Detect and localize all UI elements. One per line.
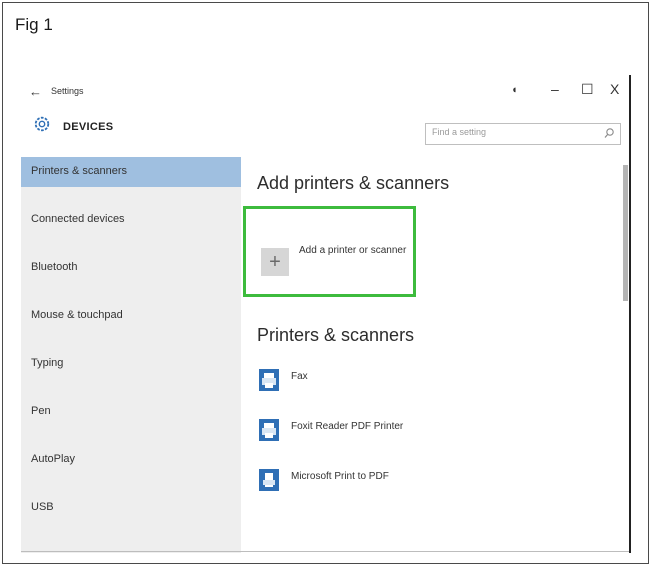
sidebar-item-label: AutoPlay — [31, 453, 76, 465]
printers-list-heading: Printers & scanners — [257, 325, 415, 345]
page-header: DEVICES Find a setting — [21, 107, 629, 149]
printer-name: Microsoft Print to PDF — [291, 471, 389, 482]
sidebar-item-label: Pen — [31, 405, 51, 417]
sidebar-item-autoplay[interactable]: AutoPlay — [21, 445, 241, 475]
pin-icon[interactable]: ◖ — [511, 84, 518, 96]
sidebar-item-typing[interactable]: Typing — [21, 349, 241, 379]
sidebar-item-usb[interactable]: USB — [21, 493, 241, 523]
printer-item-fax[interactable]: Fax — [259, 369, 589, 401]
search-icon[interactable] — [603, 127, 615, 139]
settings-window: ← Settings ◖ – ☐ X DEVICES Find a settin… — [21, 75, 631, 553]
printer-item-microsoft-pdf[interactable]: Microsoft Print to PDF — [259, 469, 589, 501]
sidebar-item-label: Bluetooth — [31, 261, 78, 273]
scrollbar-thumb[interactable] — [623, 165, 628, 301]
bottom-divider — [21, 551, 629, 552]
sidebar-item-label: Typing — [31, 357, 64, 369]
sidebar-item-label: Printers & scanners — [31, 165, 127, 177]
search-placeholder: Find a setting — [432, 127, 487, 137]
window-right-edge — [629, 75, 631, 553]
printer-icon — [259, 369, 279, 391]
sidebar-item-label: Mouse & touchpad — [31, 309, 123, 321]
document-printer-icon — [259, 469, 279, 491]
add-printer-button[interactable]: Add a printer or scanner — [299, 245, 406, 256]
maximize-button[interactable]: ☐ — [581, 81, 594, 98]
sidebar-item-mouse-touchpad[interactable]: Mouse & touchpad — [21, 301, 241, 331]
figure-frame: Fig 1 ← Settings ◖ – ☐ X DEVICES Find a … — [2, 2, 649, 564]
search-input[interactable]: Find a setting — [425, 123, 621, 145]
scrollbar[interactable] — [622, 157, 629, 337]
window-title: Settings — [51, 86, 84, 96]
sidebar-item-connected-devices[interactable]: Connected devices — [21, 205, 241, 235]
sidebar-item-label: USB — [31, 501, 54, 513]
printer-item-foxit[interactable]: Foxit Reader PDF Printer — [259, 419, 589, 451]
close-button[interactable]: X — [610, 81, 619, 97]
page-title: DEVICES — [63, 121, 114, 133]
printer-name: Foxit Reader PDF Printer — [291, 421, 404, 432]
sidebar-item-printers-scanners[interactable]: Printers & scanners — [21, 157, 241, 187]
gear-icon — [34, 116, 50, 132]
add-printers-heading: Add printers & scanners — [257, 173, 450, 193]
add-printer-highlight: + Add a printer or scanner — [243, 206, 416, 297]
sidebar-item-bluetooth[interactable]: Bluetooth — [21, 253, 241, 283]
title-bar: ← Settings ◖ – ☐ X — [21, 75, 629, 107]
sidebar: Printers & scanners Connected devices Bl… — [21, 157, 241, 553]
plus-icon[interactable]: + — [261, 248, 289, 276]
main-content: Add printers & scanners + Add a printer … — [241, 157, 629, 553]
printer-icon — [259, 419, 279, 441]
sidebar-item-label: Connected devices — [31, 213, 125, 225]
back-arrow-icon[interactable]: ← — [29, 84, 42, 99]
printer-name: Fax — [291, 371, 308, 382]
sidebar-item-pen[interactable]: Pen — [21, 397, 241, 427]
figure-label: Fig 1 — [15, 15, 53, 34]
minimize-button[interactable]: – — [551, 81, 559, 97]
